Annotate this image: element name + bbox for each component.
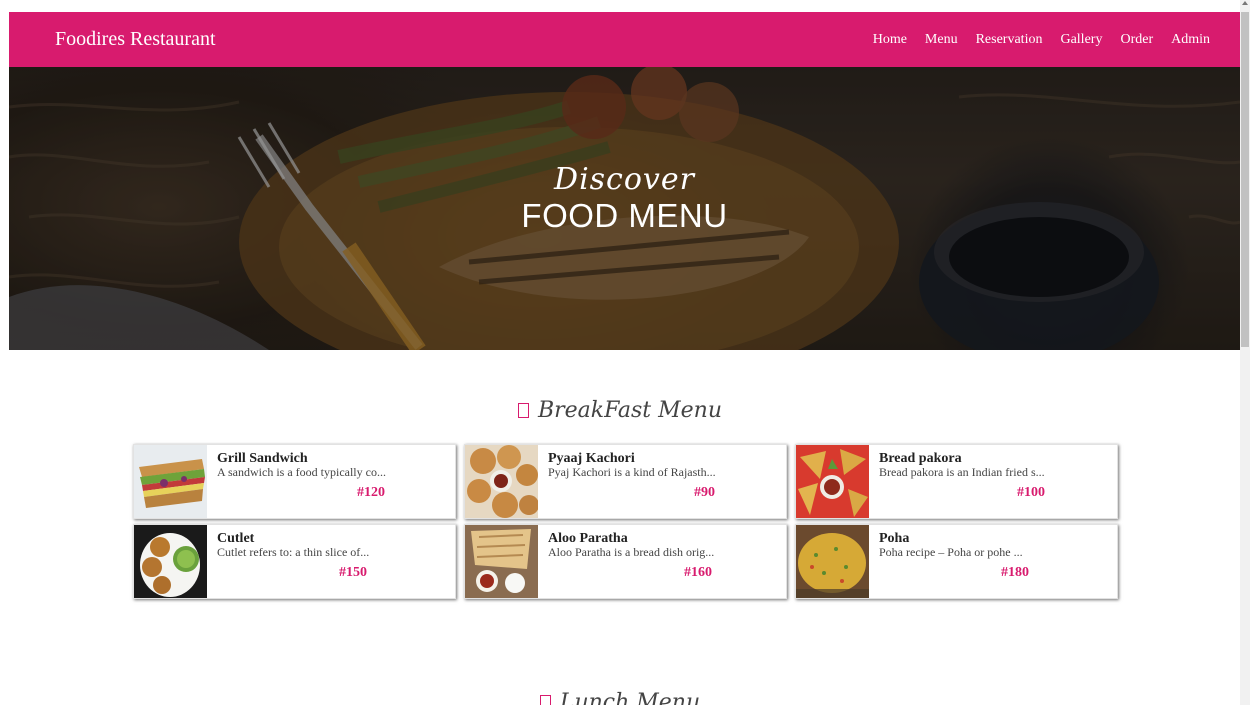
hero-subtitle: Discover [554, 162, 695, 197]
nav-link-order[interactable]: Order [1120, 32, 1153, 48]
nav-link-menu[interactable]: Menu [925, 32, 958, 48]
lunch-heading-text: Lunch Menu [559, 690, 701, 705]
item-desc: Bread pakora is an Indian fried s... [879, 465, 1045, 479]
item-price: #160 [684, 565, 712, 580]
nav-link-home[interactable]: Home [873, 32, 907, 48]
hero-title-block: Discover FOOD MENU [9, 162, 1240, 235]
item-desc: A sandwich is a food typically co... [217, 465, 386, 479]
menu-card-poha[interactable]: Poha Poha recipe – Poha or pohe ... #180 [795, 524, 1118, 599]
grill-sandwich-image [134, 445, 207, 518]
card-body: Bread pakora Bread pakora is an Indian f… [869, 445, 1117, 518]
brand-logo-link[interactable]: Foodires Restaurant [55, 28, 216, 51]
item-price: #150 [339, 565, 367, 580]
card-body: Aloo Paratha Aloo Paratha is a bread dis… [538, 525, 786, 598]
item-price: #90 [694, 485, 715, 500]
card-body: Poha Poha recipe – Poha or pohe ... #180 [869, 525, 1117, 598]
menu-card-cutlet[interactable]: Cutlet Cutlet refers to: a thin slice of… [133, 524, 456, 599]
nav-link-admin[interactable]: Admin [1171, 32, 1210, 48]
item-desc: Pyaj Kachori is a kind of Rajasth... [548, 465, 716, 479]
nav-link-reservation[interactable]: Reservation [976, 32, 1043, 48]
breakfast-menu-grid: Grill Sandwich A sandwich is a food typi… [133, 444, 1118, 599]
hero-banner: Discover FOOD MENU [9, 67, 1240, 350]
menu-card-grill-sandwich[interactable]: Grill Sandwich A sandwich is a food typi… [133, 444, 456, 519]
page-scrollbar[interactable] [1240, 0, 1250, 705]
pyaaj-kachori-image [465, 445, 538, 518]
card-body: Pyaaj Kachori Pyaj Kachori is a kind of … [538, 445, 786, 518]
item-name[interactable]: Grill Sandwich [217, 451, 455, 466]
menu-card-pyaaj-kachori[interactable]: Pyaaj Kachori Pyaj Kachori is a kind of … [464, 444, 787, 519]
menu-card-bread-pakora[interactable]: Bread pakora Bread pakora is an Indian f… [795, 444, 1118, 519]
scroll-up-arrow-icon[interactable] [1242, 1, 1248, 5]
menu-card-aloo-paratha[interactable]: Aloo Paratha Aloo Paratha is a bread dis… [464, 524, 787, 599]
item-price: #180 [1001, 565, 1029, 580]
menu-square-icon [517, 403, 529, 418]
lunch-heading: Lunch Menu [0, 690, 1240, 705]
item-desc: Aloo Paratha is a bread dish orig... [548, 545, 715, 559]
poha-image [796, 525, 869, 598]
bread-pakora-image [796, 445, 869, 518]
card-body: Cutlet Cutlet refers to: a thin slice of… [207, 525, 455, 598]
page: Foodires Restaurant Home Menu Reservatio… [0, 0, 1250, 705]
cutlet-image [134, 525, 207, 598]
item-name[interactable]: Cutlet [217, 531, 455, 546]
breakfast-heading: BreakFast Menu [0, 398, 1240, 423]
navbar: Foodires Restaurant Home Menu Reservatio… [9, 12, 1240, 67]
nav-links: Home Menu Reservation Gallery Order Admi… [855, 32, 1210, 48]
scrollbar-thumb[interactable] [1241, 12, 1249, 347]
item-desc: Cutlet refers to: a thin slice of... [217, 545, 370, 559]
item-price: #100 [1017, 485, 1045, 500]
nav-link-gallery[interactable]: Gallery [1060, 32, 1102, 48]
breakfast-heading-text: BreakFast Menu [537, 398, 723, 423]
item-name[interactable]: Aloo Paratha [548, 531, 786, 546]
item-price: #120 [357, 485, 385, 500]
item-name[interactable]: Pyaaj Kachori [548, 451, 786, 466]
aloo-paratha-image [465, 525, 538, 598]
menu-square-icon [539, 695, 551, 705]
item-name[interactable]: Bread pakora [879, 451, 1117, 466]
item-name[interactable]: Poha [879, 531, 1117, 546]
hero-title: FOOD MENU [521, 197, 728, 234]
item-desc: Poha recipe – Poha or pohe ... [879, 545, 1023, 559]
card-body: Grill Sandwich A sandwich is a food typi… [207, 445, 455, 518]
